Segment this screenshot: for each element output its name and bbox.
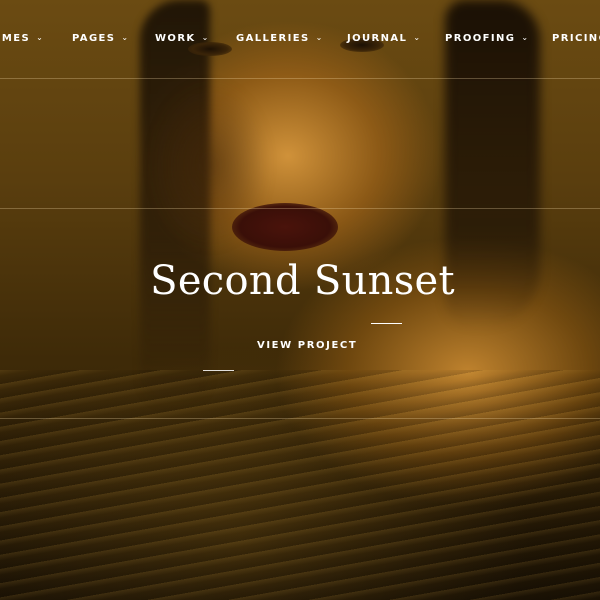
- nav-item-label: JOURNAL: [347, 33, 408, 44]
- nav-item-label: PAGES: [72, 33, 116, 44]
- nav-item-journal[interactable]: JOURNAL ⌄: [347, 33, 421, 44]
- chevron-down-icon: ⌄: [413, 33, 422, 42]
- chevron-down-icon: ⌄: [121, 33, 130, 42]
- chevron-down-icon: ⌄: [36, 33, 45, 42]
- divider-line: [0, 208, 600, 209]
- nav-item-label: PRICING: [552, 33, 600, 44]
- nav-item-pages[interactable]: PAGES ⌄: [72, 33, 130, 44]
- nav-item-work[interactable]: WORK ⌄: [155, 33, 210, 44]
- chevron-down-icon: ⌄: [201, 33, 210, 42]
- nav-item-label: PROOFING: [445, 33, 516, 44]
- nav-item-homes[interactable]: OMES ⌄: [0, 33, 44, 44]
- divider-line: [0, 418, 600, 419]
- nav-item-proofing[interactable]: PROOFING ⌄: [445, 33, 529, 44]
- title-underline: [371, 323, 402, 324]
- chevron-down-icon: ⌄: [521, 33, 530, 42]
- nav-item-label: OMES: [0, 33, 31, 44]
- nav-item-galleries[interactable]: GALLERIES ⌄: [236, 33, 324, 44]
- nav-item-label: GALLERIES: [236, 33, 310, 44]
- nav-item-pricing[interactable]: PRICING: [552, 33, 600, 44]
- water-ripples: [0, 370, 600, 600]
- hero-title: Second Sunset: [150, 258, 455, 304]
- chevron-down-icon: ⌄: [315, 33, 324, 42]
- view-project-link[interactable]: VIEW PROJECT: [257, 340, 357, 351]
- cta-underline: [203, 370, 234, 371]
- lips: [232, 203, 338, 251]
- main-navigation: OMES ⌄ PAGES ⌄ WORK ⌄ GALLERIES ⌄ JOURNAL ⌄ P…: [0, 0, 600, 80]
- hero-background-image: OMES ⌄ PAGES ⌄ WORK ⌄ GALLERIES ⌄ JOURNAL ⌄ P…: [0, 0, 600, 600]
- nav-item-label: WORK: [155, 33, 196, 44]
